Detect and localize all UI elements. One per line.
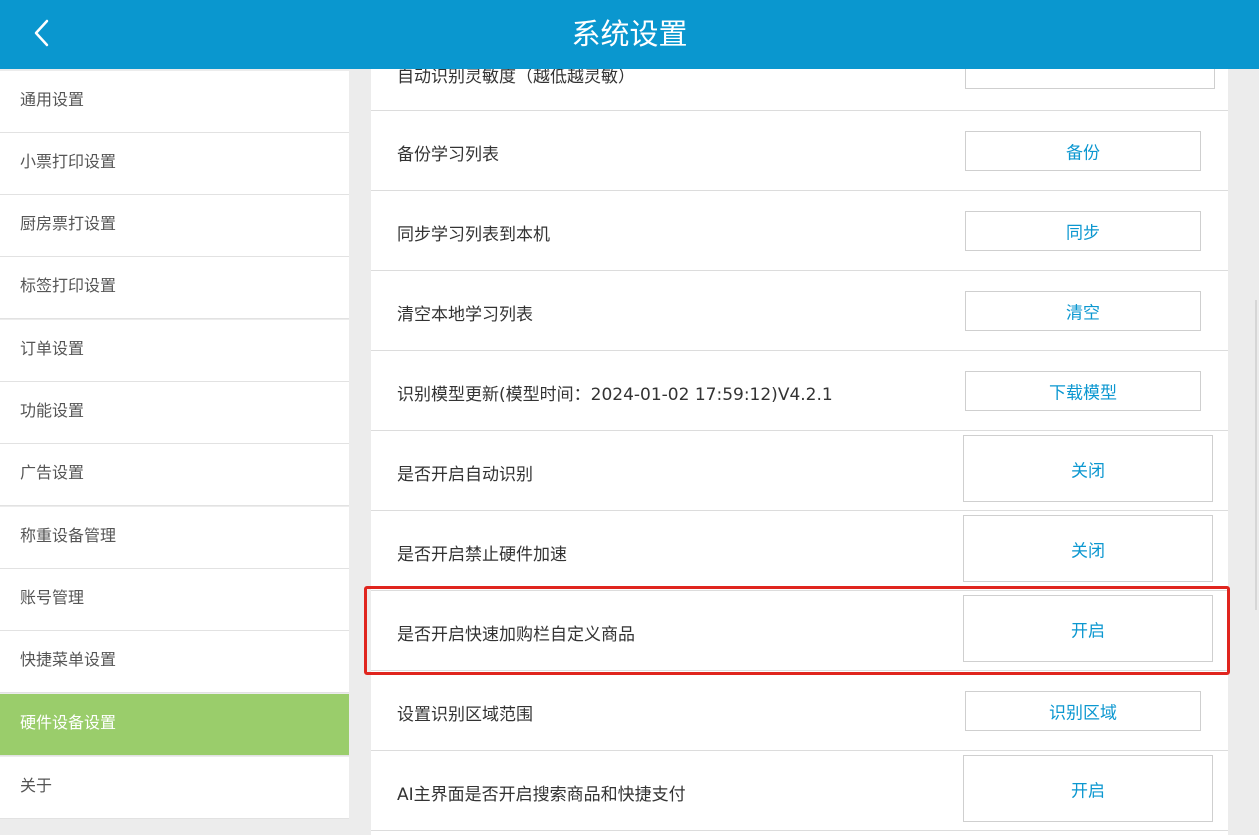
sidebar-item-about[interactable]: 关于 [0, 757, 349, 819]
settings-row: 清空本地学习列表 清空 [371, 271, 1228, 351]
sidebar-item-order[interactable]: 订单设置 [0, 320, 349, 382]
sync-button[interactable]: 同步 [965, 211, 1201, 251]
model-update-label: 识别模型更新(模型时间：2024-01-02 17:59:12)V4.2.1 [397, 385, 833, 405]
sidebar: 通用设置 小票打印设置 厨房票打设置 标签打印设置 订单设置 功能设置 广告设置… [0, 69, 349, 835]
sensitivity-value: 6 [974, 69, 985, 70]
sidebar-item-kitchen-print[interactable]: 厨房票打设置 [0, 195, 349, 257]
clear-label: 清空本地学习列表 [397, 305, 533, 325]
header-bar: 系统设置 [0, 0, 1259, 69]
sidebar-item-receipt-print[interactable]: 小票打印设置 [0, 133, 349, 195]
settings-row: 是否开启禁止硬件加速 关闭 [371, 511, 1228, 591]
sidebar-item-hardware[interactable]: 硬件设备设置 [0, 694, 349, 756]
sidebar-item-scale-devices[interactable]: 称重设备管理 [0, 507, 349, 569]
sensitivity-row: 自动识别灵敏度（越低越灵敏） 6 [371, 69, 1228, 111]
hardware-accel-toggle[interactable]: 关闭 [963, 515, 1213, 582]
settings-row: 识别模型更新(模型时间：2024-01-02 17:59:12)V4.2.1 下… [371, 351, 1228, 431]
sidebar-item-ads[interactable]: 广告设置 [0, 444, 349, 506]
settings-row: AI主界面是否开启搜索商品和快捷支付 开启 [371, 751, 1228, 831]
scrollbar-edge [1255, 300, 1257, 610]
sidebar-item-label-print[interactable]: 标签打印设置 [0, 257, 349, 319]
quick-add-custom-label: 是否开启快速加购栏自定义商品 [397, 625, 635, 645]
sidebar-item-general[interactable]: 通用设置 [0, 71, 349, 133]
recognition-area-button[interactable]: 识别区域 [965, 691, 1201, 731]
quick-add-custom-toggle[interactable]: 开启 [963, 595, 1213, 662]
sync-label: 同步学习列表到本机 [397, 225, 550, 245]
settings-row: 是否开启快速加购栏自定义商品 开启 [371, 591, 1228, 671]
sidebar-item-shortcut-menu[interactable]: 快捷菜单设置 [0, 631, 349, 693]
page-title: 系统设置 [571, 17, 688, 51]
sidebar-item-function[interactable]: 功能设置 [0, 382, 349, 444]
backup-label: 备份学习列表 [397, 145, 499, 165]
sidebar-item-accounts[interactable]: 账号管理 [0, 569, 349, 631]
backup-button[interactable]: 备份 [965, 131, 1201, 171]
settings-row: 备份学习列表 备份 [371, 111, 1228, 191]
download-model-button[interactable]: 下载模型 [965, 371, 1201, 411]
clear-button[interactable]: 清空 [965, 291, 1201, 331]
hardware-accel-label: 是否开启禁止硬件加速 [397, 545, 567, 565]
sensitivity-select[interactable]: 6 [965, 69, 1215, 89]
recognition-area-label: 设置识别区域范围 [397, 705, 533, 725]
ai-search-pay-label: AI主界面是否开启搜索商品和快捷支付 [397, 785, 686, 805]
settings-panel: 自动识别灵敏度（越低越灵敏） 6 备份学习列表 备份 同步学习列表到本机 同步 … [371, 69, 1228, 835]
settings-row: 同步学习列表到本机 同步 [371, 191, 1228, 271]
sensitivity-label: 自动识别灵敏度（越低越灵敏） [397, 69, 635, 87]
settings-row: 设置识别区域范围 识别区域 [371, 671, 1228, 751]
auto-recognition-toggle[interactable]: 关闭 [963, 435, 1213, 502]
ai-search-pay-toggle[interactable]: 开启 [963, 755, 1213, 822]
auto-recognition-label: 是否开启自动识别 [397, 465, 533, 485]
settings-row: 是否开启自动识别 关闭 [371, 431, 1228, 511]
